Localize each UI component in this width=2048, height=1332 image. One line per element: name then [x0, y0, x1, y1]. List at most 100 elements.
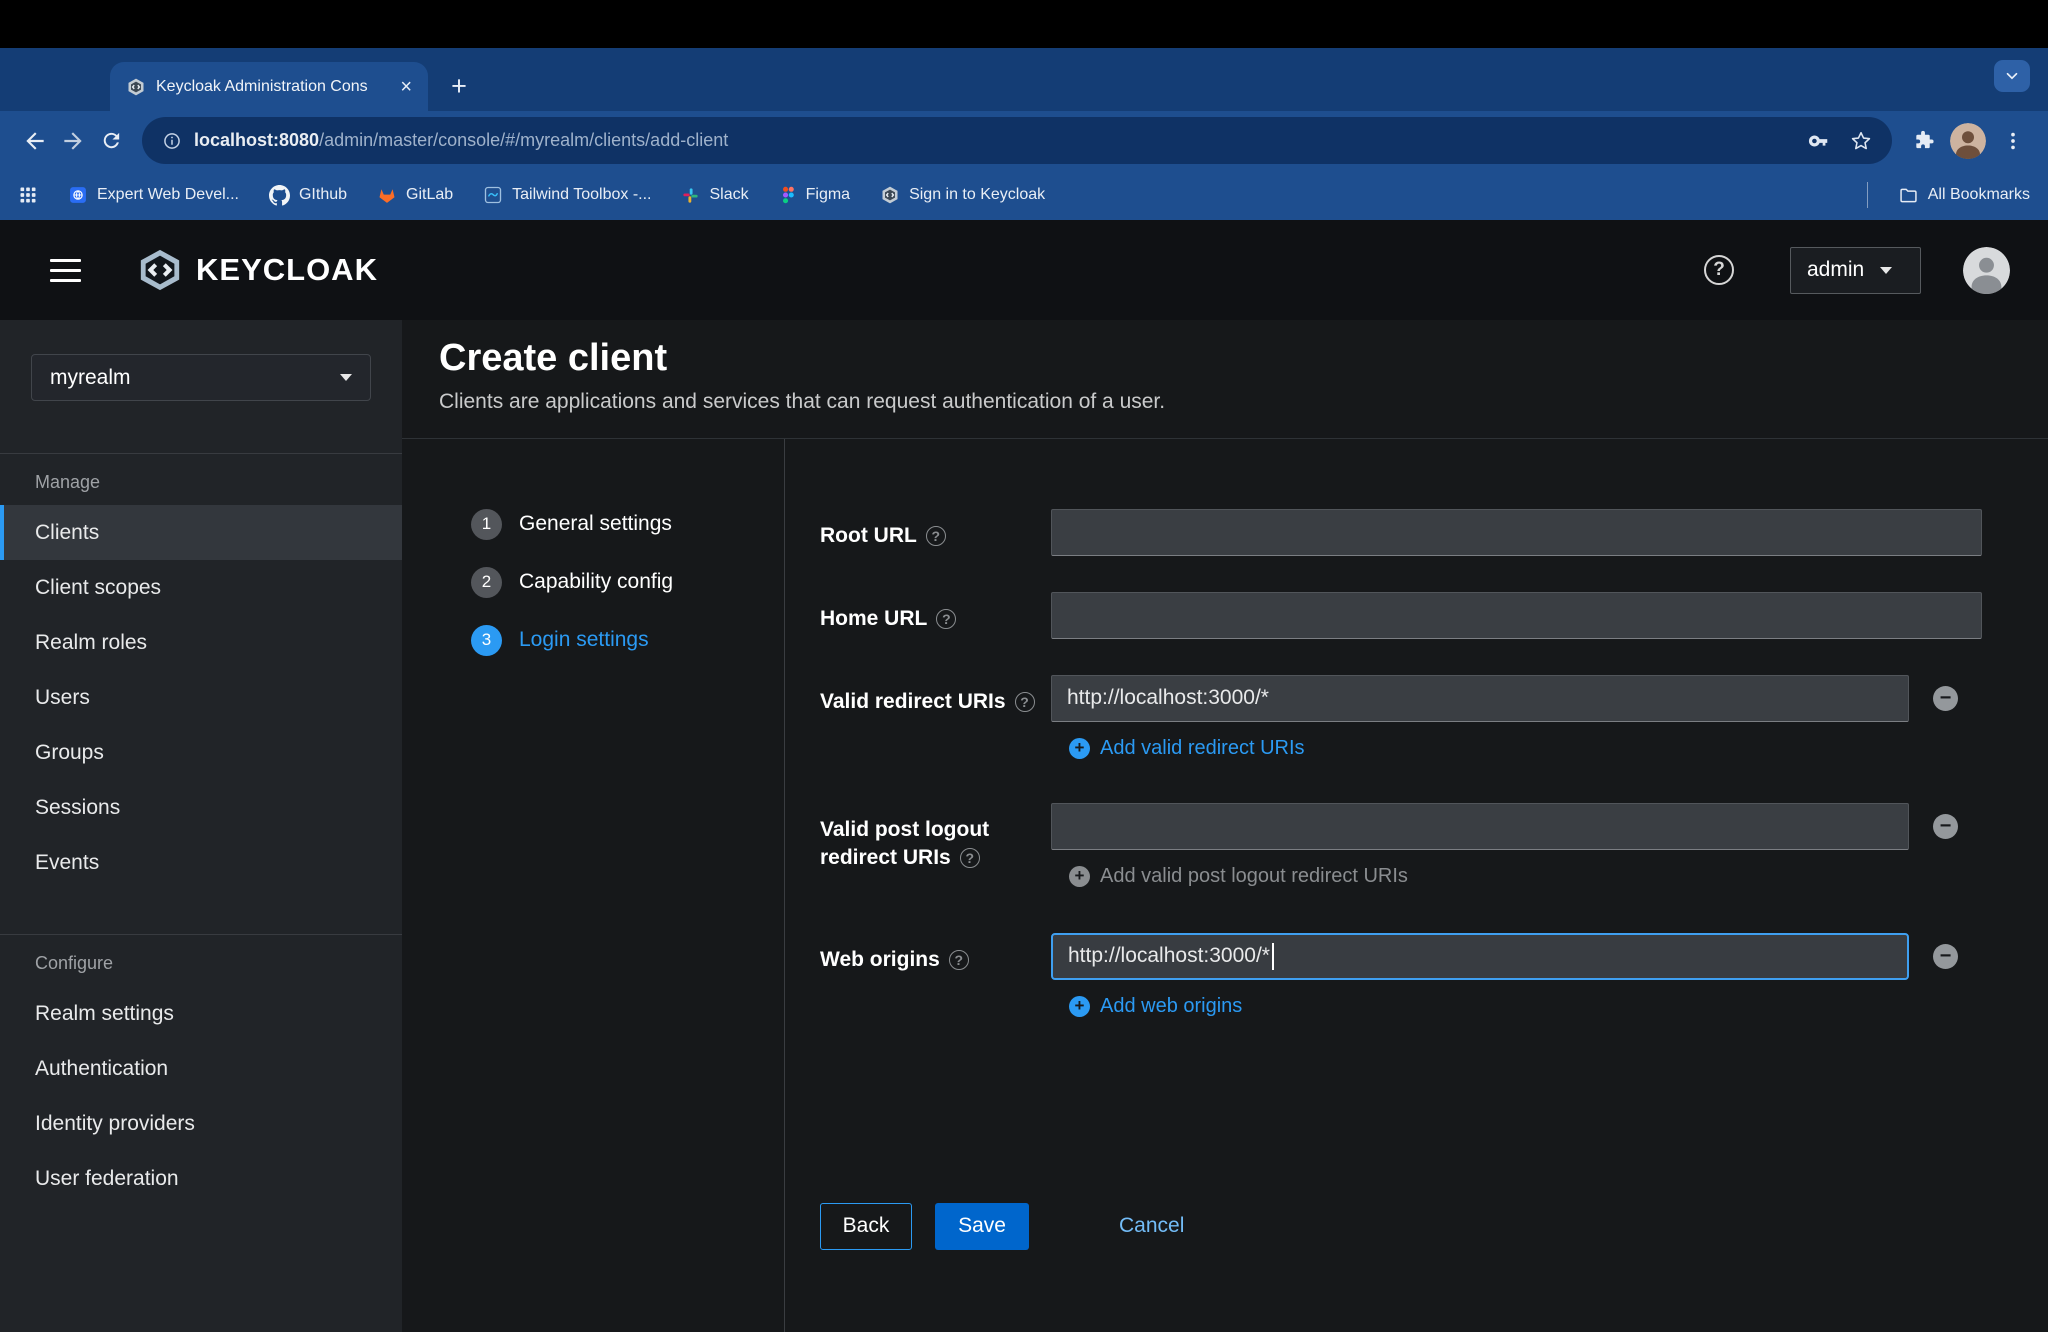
sidebar-item-realm-roles[interactable]: Realm roles	[0, 615, 402, 670]
figma-icon	[779, 185, 797, 205]
bookmark-label: Figma	[806, 186, 850, 204]
root-url-input[interactable]	[1051, 509, 1982, 556]
tab-close-icon[interactable]	[400, 77, 412, 97]
post-logout-uri-input[interactable]	[1051, 803, 1909, 850]
text-cursor	[1272, 943, 1274, 970]
home-url-input[interactable]	[1051, 592, 1982, 639]
kebab-menu-icon	[2002, 130, 2024, 152]
home-url-label: Home URL	[820, 605, 927, 633]
bookmark-figma[interactable]: Figma	[779, 185, 850, 205]
hamburger-menu-icon[interactable]	[50, 259, 81, 282]
bookmark-tailwind-toolbox[interactable]: Tailwind Toolbox -...	[483, 185, 651, 205]
remove-redirect-uri-button[interactable]	[1933, 686, 1958, 711]
bookmark-star-button[interactable]	[1850, 130, 1872, 152]
sidebar-item-realm-settings[interactable]: Realm settings	[0, 986, 402, 1041]
back-button[interactable]: Back	[820, 1203, 912, 1250]
site-info-icon[interactable]	[162, 131, 182, 151]
valid-redirect-uris-label: Valid redirect URIs	[820, 688, 1006, 716]
save-button[interactable]: Save	[935, 1203, 1029, 1250]
sidebar: myrealm Manage Clients Client scopes Rea…	[0, 320, 402, 1332]
tab-title: Keycloak Administration Cons	[156, 78, 390, 96]
add-post-logout-uri-link[interactable]: Add valid post logout redirect URIs	[1069, 865, 2048, 888]
chevron-down-icon	[2003, 67, 2021, 85]
add-redirect-uri-link[interactable]: Add valid redirect URIs	[1069, 737, 2048, 760]
all-bookmarks-button[interactable]: All Bookmarks	[1898, 185, 2030, 206]
add-web-origin-label: Add web origins	[1100, 995, 1242, 1018]
reload-button[interactable]	[92, 129, 130, 152]
browser-tab[interactable]: Keycloak Administration Cons	[110, 62, 428, 111]
sidebar-item-client-scopes[interactable]: Client scopes	[0, 560, 402, 615]
remove-web-origin-button[interactable]	[1933, 944, 1958, 969]
sidebar-item-sessions[interactable]: Sessions	[0, 780, 402, 835]
bookmark-gitlab[interactable]: GitLab	[377, 185, 453, 205]
sidebar-item-clients[interactable]: Clients	[0, 505, 402, 560]
post-logout-label-line2: redirect URIs	[820, 844, 951, 872]
help-icon[interactable]	[1015, 692, 1035, 712]
add-web-origin-link[interactable]: Add web origins	[1069, 995, 2048, 1018]
tab-search-chevron-button[interactable]	[1994, 60, 2030, 92]
step-label: General settings	[519, 512, 672, 536]
web-origins-field: Web origins http://localhost:3000/* Add …	[820, 933, 2048, 1018]
bookmark-keycloak-signin[interactable]: Sign in to Keycloak	[880, 185, 1045, 205]
page-subtitle: Clients are applications and services th…	[439, 390, 2008, 414]
sidebar-item-users[interactable]: Users	[0, 670, 402, 725]
help-icon[interactable]	[1704, 255, 1734, 285]
step-capability-config[interactable]: 2 Capability config	[471, 567, 784, 598]
sidebar-item-authentication[interactable]: Authentication	[0, 1041, 402, 1096]
web-origins-input[interactable]: http://localhost:3000/*	[1051, 933, 1909, 980]
apps-grid-icon[interactable]	[18, 185, 38, 205]
extensions-button[interactable]	[1904, 129, 1942, 152]
sidebar-item-identity-providers[interactable]: Identity providers	[0, 1096, 402, 1151]
remove-post-logout-uri-button[interactable]	[1933, 814, 1958, 839]
user-avatar[interactable]	[1963, 247, 2010, 294]
keycloak-brand[interactable]: KEYCLOAK	[137, 247, 378, 293]
add-redirect-uri-label: Add valid redirect URIs	[1100, 737, 1305, 760]
configure-section: Configure Realm settings Authentication …	[0, 934, 402, 1206]
section-label-configure: Configure	[35, 953, 402, 974]
sidebar-item-events[interactable]: Events	[0, 835, 402, 890]
star-icon	[1850, 130, 1872, 152]
step-label: Capability config	[519, 570, 673, 594]
home-url-field: Home URL	[820, 592, 2048, 639]
browser-menu-button[interactable]	[1994, 130, 2032, 152]
step-login-settings[interactable]: 3 Login settings	[471, 625, 784, 656]
bookmark-label: GitLab	[406, 186, 453, 204]
bookmark-label: Sign in to Keycloak	[909, 186, 1045, 204]
bookmark-slack[interactable]: Slack	[681, 186, 748, 205]
help-icon[interactable]	[936, 609, 956, 629]
brand-wordmark: KEYCLOAK	[196, 252, 378, 288]
help-icon[interactable]	[926, 526, 946, 546]
step-general-settings[interactable]: 1 General settings	[471, 509, 784, 540]
root-url-label: Root URL	[820, 522, 917, 550]
chevron-down-icon	[340, 374, 352, 381]
slack-icon	[681, 186, 700, 205]
back-button[interactable]	[16, 128, 54, 154]
root-url-field: Root URL	[820, 509, 2048, 556]
bookmark-github[interactable]: GIthub	[269, 185, 347, 206]
valid-redirect-uri-input[interactable]: http://localhost:3000/*	[1051, 675, 1909, 722]
password-manager-button[interactable]	[1808, 130, 1830, 152]
address-bar[interactable]: localhost:8080/admin/master/console/#/my…	[142, 117, 1892, 164]
plus-circle-icon	[1069, 738, 1090, 759]
post-logout-uris-field: Valid post logout redirect URIs Add vali…	[820, 803, 2048, 888]
bookmark-expert-web-dev[interactable]: Expert Web Devel...	[68, 185, 239, 205]
forward-button[interactable]	[54, 128, 92, 154]
wizard-actions: Back Save Cancel	[820, 1203, 2048, 1250]
sidebar-item-groups[interactable]: Groups	[0, 725, 402, 780]
url-text[interactable]: localhost:8080/admin/master/console/#/my…	[194, 130, 1788, 151]
web-origins-label: Web origins	[820, 946, 940, 974]
help-icon[interactable]	[960, 848, 980, 868]
cancel-button[interactable]: Cancel	[1119, 1203, 1184, 1250]
help-icon[interactable]	[949, 950, 969, 970]
keycloak-favicon-icon	[880, 185, 900, 205]
new-tab-button[interactable]	[442, 69, 476, 103]
step-number: 2	[471, 567, 502, 598]
back-arrow-icon	[22, 128, 48, 154]
wizard-stepper: 1 General settings 2 Capability config 3…	[402, 439, 784, 1332]
user-menu-dropdown[interactable]: admin	[1790, 247, 1921, 294]
sidebar-item-user-federation[interactable]: User federation	[0, 1151, 402, 1206]
realm-selector[interactable]: myrealm	[31, 354, 371, 401]
bookmark-label: Slack	[709, 186, 748, 204]
browser-toolbar: localhost:8080/admin/master/console/#/my…	[0, 111, 2048, 170]
browser-profile-avatar[interactable]	[1950, 123, 1986, 159]
